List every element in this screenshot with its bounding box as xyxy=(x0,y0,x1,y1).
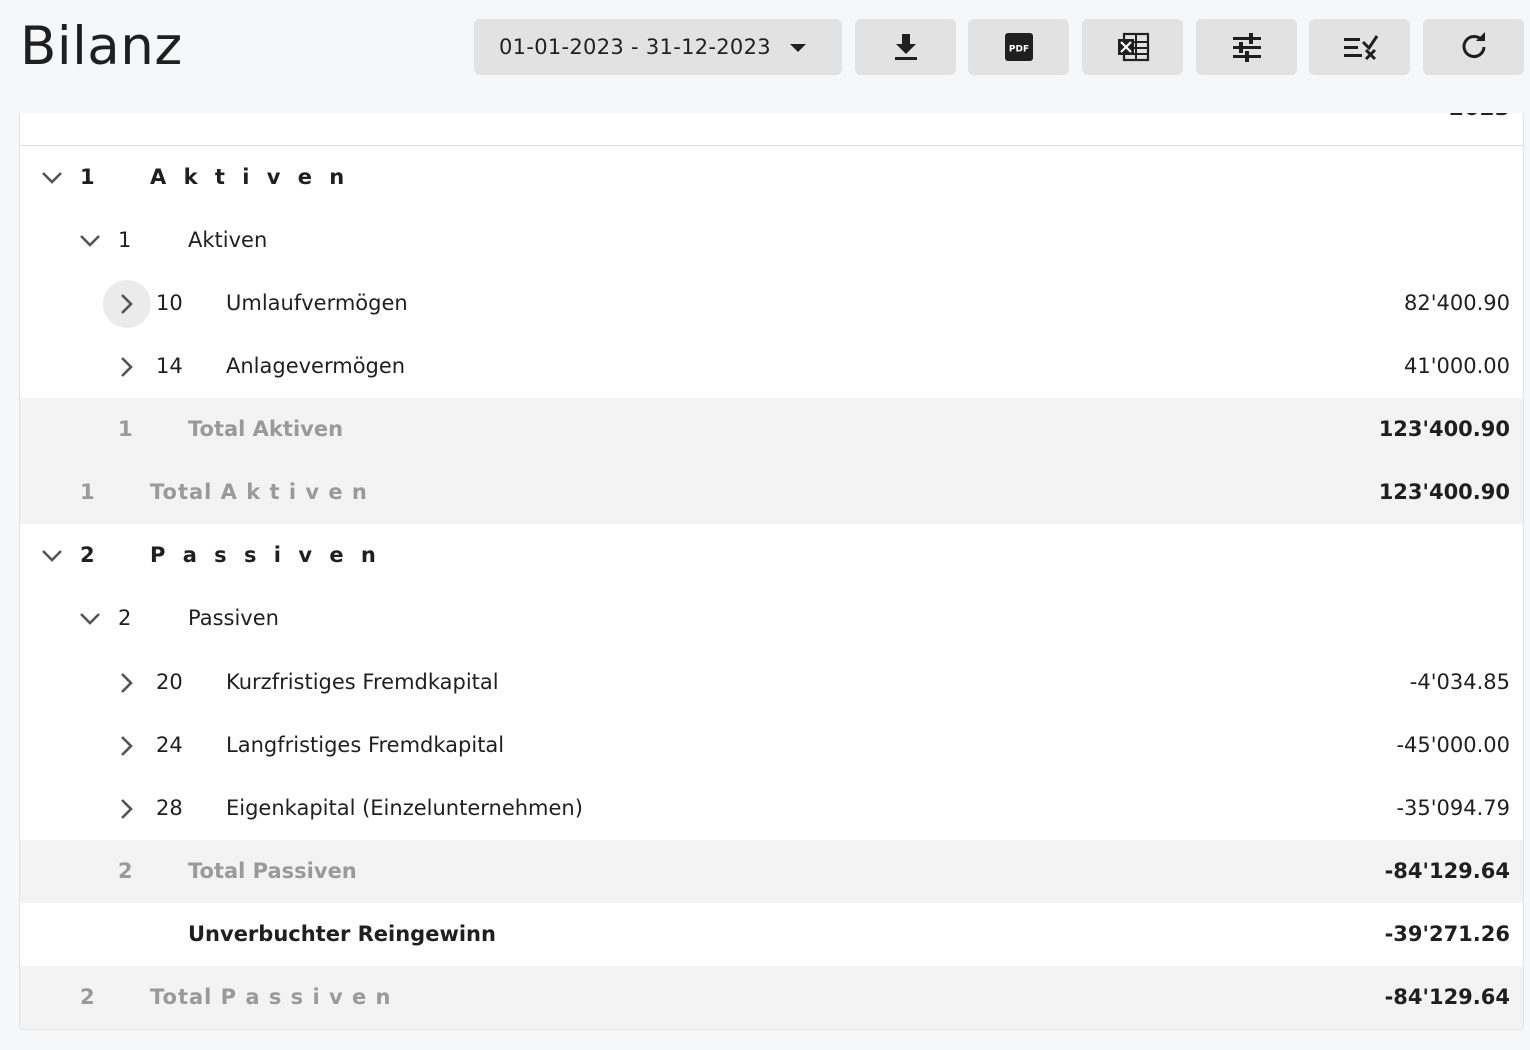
account-value: -39'271.26 xyxy=(1384,922,1510,946)
chevron-down-icon[interactable] xyxy=(75,604,105,634)
account-value: -4'034.85 xyxy=(1409,670,1510,694)
account-value: -45'000.00 xyxy=(1396,733,1510,757)
total-label: Total Aktiven xyxy=(188,417,344,441)
table-row-group-aktiven[interactable]: 1 A k t i v e n xyxy=(20,146,1523,209)
table-row-aktiven[interactable]: 1 Aktiven xyxy=(20,209,1523,272)
chevron-right-icon[interactable] xyxy=(103,280,151,328)
chevron-right-icon[interactable] xyxy=(112,794,142,824)
account-label: P a s s i v e n xyxy=(150,543,381,567)
pdf-icon: PDF xyxy=(1004,33,1033,61)
export-pdf-button[interactable]: PDF xyxy=(968,19,1069,75)
table-row-total-passiven-sub: 2 Total Passiven -84'129.64 xyxy=(20,840,1523,903)
chevron-right-icon[interactable] xyxy=(112,668,142,698)
account-label: Eigenkapital (Einzelunternehmen) xyxy=(226,796,583,820)
account-number: 1 xyxy=(118,228,132,252)
table-row-unverbuchter-reingewinn: Unverbuchter Reingewinn -39'271.26 xyxy=(20,903,1523,966)
account-number: 2 xyxy=(118,859,133,883)
account-label: Unverbuchter Reingewinn xyxy=(188,922,496,946)
filter-settings-button[interactable] xyxy=(1196,19,1297,75)
total-value: -84'129.64 xyxy=(1384,985,1510,1009)
account-value: 41'000.00 xyxy=(1404,354,1510,378)
table-row-anlagevermoegen[interactable]: 14 Anlagevermögen 41'000.00 xyxy=(20,335,1523,398)
chevron-down-icon[interactable] xyxy=(37,541,67,571)
total-label: Total A k t i v e n xyxy=(150,480,368,504)
table-row-umlaufvermoegen[interactable]: 10 Umlaufvermögen 82'400.90 xyxy=(20,272,1523,335)
table-row-total-passiven-group: 2 Total P a s s i v e n -84'129.64 xyxy=(20,966,1523,1029)
account-number: 10 xyxy=(156,291,183,315)
table-row-langfristiges-fremdkapital[interactable]: 24 Langfristiges Fremdkapital -45'000.00 xyxy=(20,714,1523,777)
download-button[interactable] xyxy=(855,19,956,75)
date-range-value: 01-01-2023 - 31-12-2023 xyxy=(499,35,771,59)
total-value: 123'400.90 xyxy=(1378,417,1510,441)
chevron-right-icon[interactable] xyxy=(112,731,142,761)
account-label: A k t i v e n xyxy=(150,165,350,189)
chevron-right-icon[interactable] xyxy=(112,352,142,382)
year-column-label: 2023 xyxy=(1449,113,1510,121)
account-label: Anlagevermögen xyxy=(226,354,406,378)
account-number: 2 xyxy=(80,543,95,567)
account-number: 24 xyxy=(156,733,183,757)
account-label: Langfristiges Fremdkapital xyxy=(226,733,505,757)
account-number: 20 xyxy=(156,670,183,694)
total-value: 123'400.90 xyxy=(1378,480,1510,504)
balance-sheet-table: 2023 1 A k t i v e n 1 Aktiven 10 Umlauf… xyxy=(19,113,1524,1030)
export-excel-button[interactable] xyxy=(1082,19,1183,75)
date-range-select[interactable]: 01-01-2023 - 31-12-2023 xyxy=(474,19,842,75)
chevron-down-icon[interactable] xyxy=(37,163,67,193)
page-title: Bilanz xyxy=(20,16,183,77)
table-row-passiven[interactable]: 2 Passiven xyxy=(20,587,1523,650)
account-label: Passiven xyxy=(188,606,279,630)
account-number: 1 xyxy=(80,480,95,504)
refresh-icon xyxy=(1462,32,1485,59)
chevron-down-icon[interactable] xyxy=(75,226,105,256)
account-value: -35'094.79 xyxy=(1396,796,1510,820)
account-number: 28 xyxy=(156,796,183,820)
account-label: Kurzfristiges Fremdkapital xyxy=(226,670,499,694)
total-value: -84'129.64 xyxy=(1384,859,1510,883)
account-number: 2 xyxy=(118,606,132,630)
refresh-button[interactable] xyxy=(1423,19,1524,75)
table-row-eigenkapital[interactable]: 28 Eigenkapital (Einzelunternehmen) -35'… xyxy=(20,777,1523,840)
account-number: 1 xyxy=(80,165,95,189)
table-row-kurzfristiges-fremdkapital[interactable]: 20 Kurzfristiges Fremdkapital -4'034.85 xyxy=(20,651,1523,714)
table-row-total-aktiven-sub: 1 Total Aktiven 123'400.90 xyxy=(20,398,1523,461)
account-number: 1 xyxy=(118,417,133,441)
toolbar-header: Bilanz 01-01-2023 - 31-12-2023 PDF xyxy=(0,0,1530,113)
account-value: 82'400.90 xyxy=(1404,291,1510,315)
tune-icon xyxy=(1232,33,1261,62)
excel-icon xyxy=(1117,32,1149,62)
caret-down-icon xyxy=(790,44,806,52)
account-number: 2 xyxy=(80,985,95,1009)
total-label: Total Passiven xyxy=(188,859,357,883)
svg-text:PDF: PDF xyxy=(1008,45,1028,55)
account-label: Umlaufvermögen xyxy=(226,291,408,315)
column-header: 2023 xyxy=(20,113,1523,146)
checklist-clear-icon xyxy=(1343,35,1378,61)
download-icon xyxy=(894,34,917,60)
total-label: Total P a s s i v e n xyxy=(150,985,392,1009)
account-number: 14 xyxy=(156,354,183,378)
table-row-total-aktiven-group: 1 Total A k t i v e n 123'400.90 xyxy=(20,461,1523,524)
account-label: Aktiven xyxy=(188,228,268,252)
clear-selection-button[interactable] xyxy=(1309,19,1410,75)
table-row-group-passiven[interactable]: 2 P a s s i v e n xyxy=(20,524,1523,587)
